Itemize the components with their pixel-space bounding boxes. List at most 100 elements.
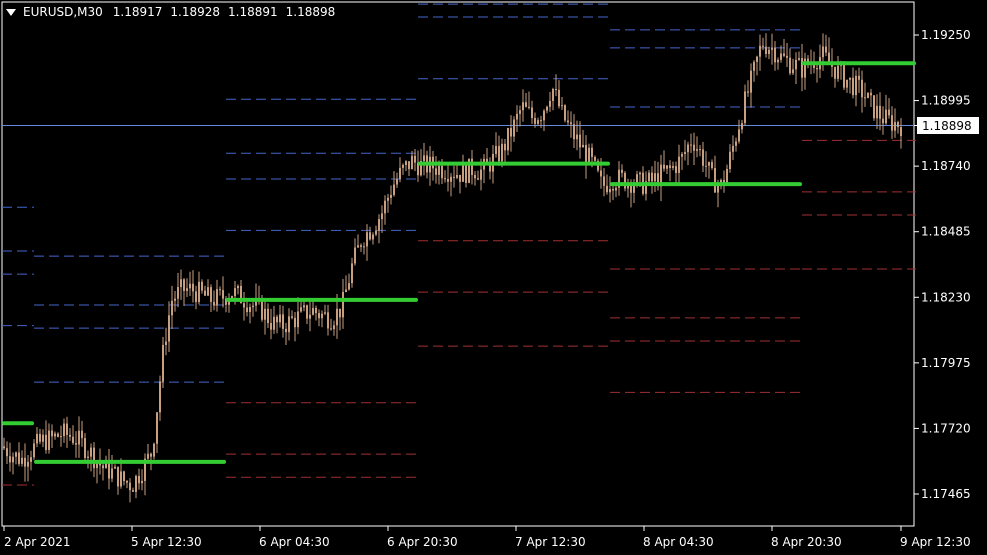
- candle-body: [873, 95, 875, 119]
- candle-body: [615, 187, 617, 191]
- candle-body: [165, 341, 167, 345]
- candle-body: [315, 308, 317, 314]
- candle-body: [591, 147, 593, 157]
- candle-body: [651, 172, 653, 182]
- candle-body: [102, 465, 104, 469]
- candle-body: [504, 143, 506, 151]
- candle-body: [777, 59, 779, 63]
- candle-body: [198, 281, 200, 303]
- candle-body: [216, 289, 218, 306]
- collapse-triangle-icon[interactable]: [6, 8, 16, 16]
- candle-body: [879, 105, 881, 119]
- candle-body: [414, 155, 416, 163]
- candle-body: [768, 49, 770, 54]
- candle-body: [843, 64, 845, 88]
- candle-body: [696, 149, 698, 151]
- open-value: 1.18917: [112, 5, 163, 19]
- candle-body: [702, 149, 704, 166]
- candle-body: [366, 232, 368, 247]
- candle-body: [585, 144, 587, 164]
- candle-body: [849, 77, 851, 80]
- low-value: 1.18891: [228, 5, 278, 19]
- candle-body: [243, 303, 245, 308]
- candle-body: [42, 434, 44, 442]
- candle-body: [699, 149, 701, 151]
- candle-body: [117, 466, 119, 487]
- candle-body: [54, 433, 56, 437]
- candle-body: [480, 169, 482, 180]
- y-tick-label: 1.18740: [921, 159, 971, 173]
- high-value: 1.18928: [170, 5, 221, 19]
- candle-body: [732, 145, 734, 152]
- candle-body: [858, 75, 860, 80]
- candle-body: [174, 298, 176, 301]
- candle-body: [318, 313, 320, 319]
- candle-body: [132, 490, 134, 492]
- candle-body: [36, 433, 38, 444]
- chart-canvas[interactable]: 1.19250 1.18995 1.18740 1.18485 1.18230 1.179…: [0, 0, 987, 555]
- candle-body: [510, 127, 512, 137]
- candle-body: [60, 436, 62, 438]
- candle-body: [129, 482, 131, 491]
- candle-body: [861, 79, 863, 98]
- candle-body: [126, 481, 128, 483]
- candle-body: [894, 122, 896, 131]
- candle-body: [648, 172, 650, 182]
- candle-body: [30, 457, 32, 462]
- chart-header: EURUSD,M30 1.18917 1.18928 1.18891 1.188…: [6, 5, 339, 19]
- candle-body: [114, 466, 116, 469]
- candle-body: [855, 75, 857, 96]
- candle-body: [528, 106, 530, 108]
- candle-body: [498, 146, 500, 162]
- candle-body: [864, 97, 866, 99]
- candle-body: [219, 289, 221, 291]
- y-tick-label: 1.17720: [921, 421, 971, 435]
- candle-body: [246, 307, 248, 313]
- candle-body: [561, 105, 563, 107]
- candle-body: [639, 172, 641, 175]
- candle-body: [750, 70, 752, 93]
- candle-body: [384, 200, 386, 214]
- candle-body: [213, 301, 215, 306]
- candle-body: [372, 234, 374, 240]
- candle-body: [345, 289, 347, 293]
- candle-body: [456, 174, 458, 178]
- candle-body: [540, 120, 542, 122]
- candle-body: [891, 115, 893, 131]
- candle-body: [381, 213, 383, 220]
- candle-body: [156, 412, 158, 444]
- candle-body: [396, 179, 398, 185]
- candle-body: [714, 168, 716, 193]
- candle-body: [285, 328, 287, 333]
- candle-body: [600, 170, 602, 177]
- y-tick-label: 1.18485: [921, 225, 971, 239]
- x-tick-label: 8 Apr 04:30: [643, 535, 714, 549]
- candle-body: [162, 344, 164, 382]
- candle-body: [564, 105, 566, 121]
- plot-frame: [1, 1, 915, 527]
- candle-body: [543, 110, 545, 121]
- candle-body: [312, 308, 314, 315]
- candle-body: [207, 287, 209, 296]
- candle-body: [675, 166, 677, 173]
- candle-body: [441, 165, 443, 179]
- candle-body: [690, 144, 692, 146]
- candle-body: [324, 312, 326, 314]
- candle-body: [159, 381, 161, 413]
- candle-body: [672, 166, 674, 168]
- candle-body: [123, 471, 125, 482]
- candle-body: [180, 279, 182, 288]
- candle-body: [867, 92, 869, 98]
- candle-body: [201, 281, 203, 291]
- x-tick-label: 9 Apr 12:30: [900, 535, 971, 549]
- candle-body: [297, 311, 299, 328]
- candle-body: [465, 164, 467, 183]
- candle-body: [594, 156, 596, 161]
- candle-body: [516, 113, 518, 120]
- candle-body: [663, 164, 665, 169]
- candle-body: [711, 162, 713, 169]
- chart[interactable]: 1.19250 1.18995 1.18740 1.18485 1.18230 1.179…: [0, 0, 987, 555]
- candle-body: [222, 290, 224, 299]
- candle-body: [684, 152, 686, 155]
- candle-body: [3, 446, 5, 449]
